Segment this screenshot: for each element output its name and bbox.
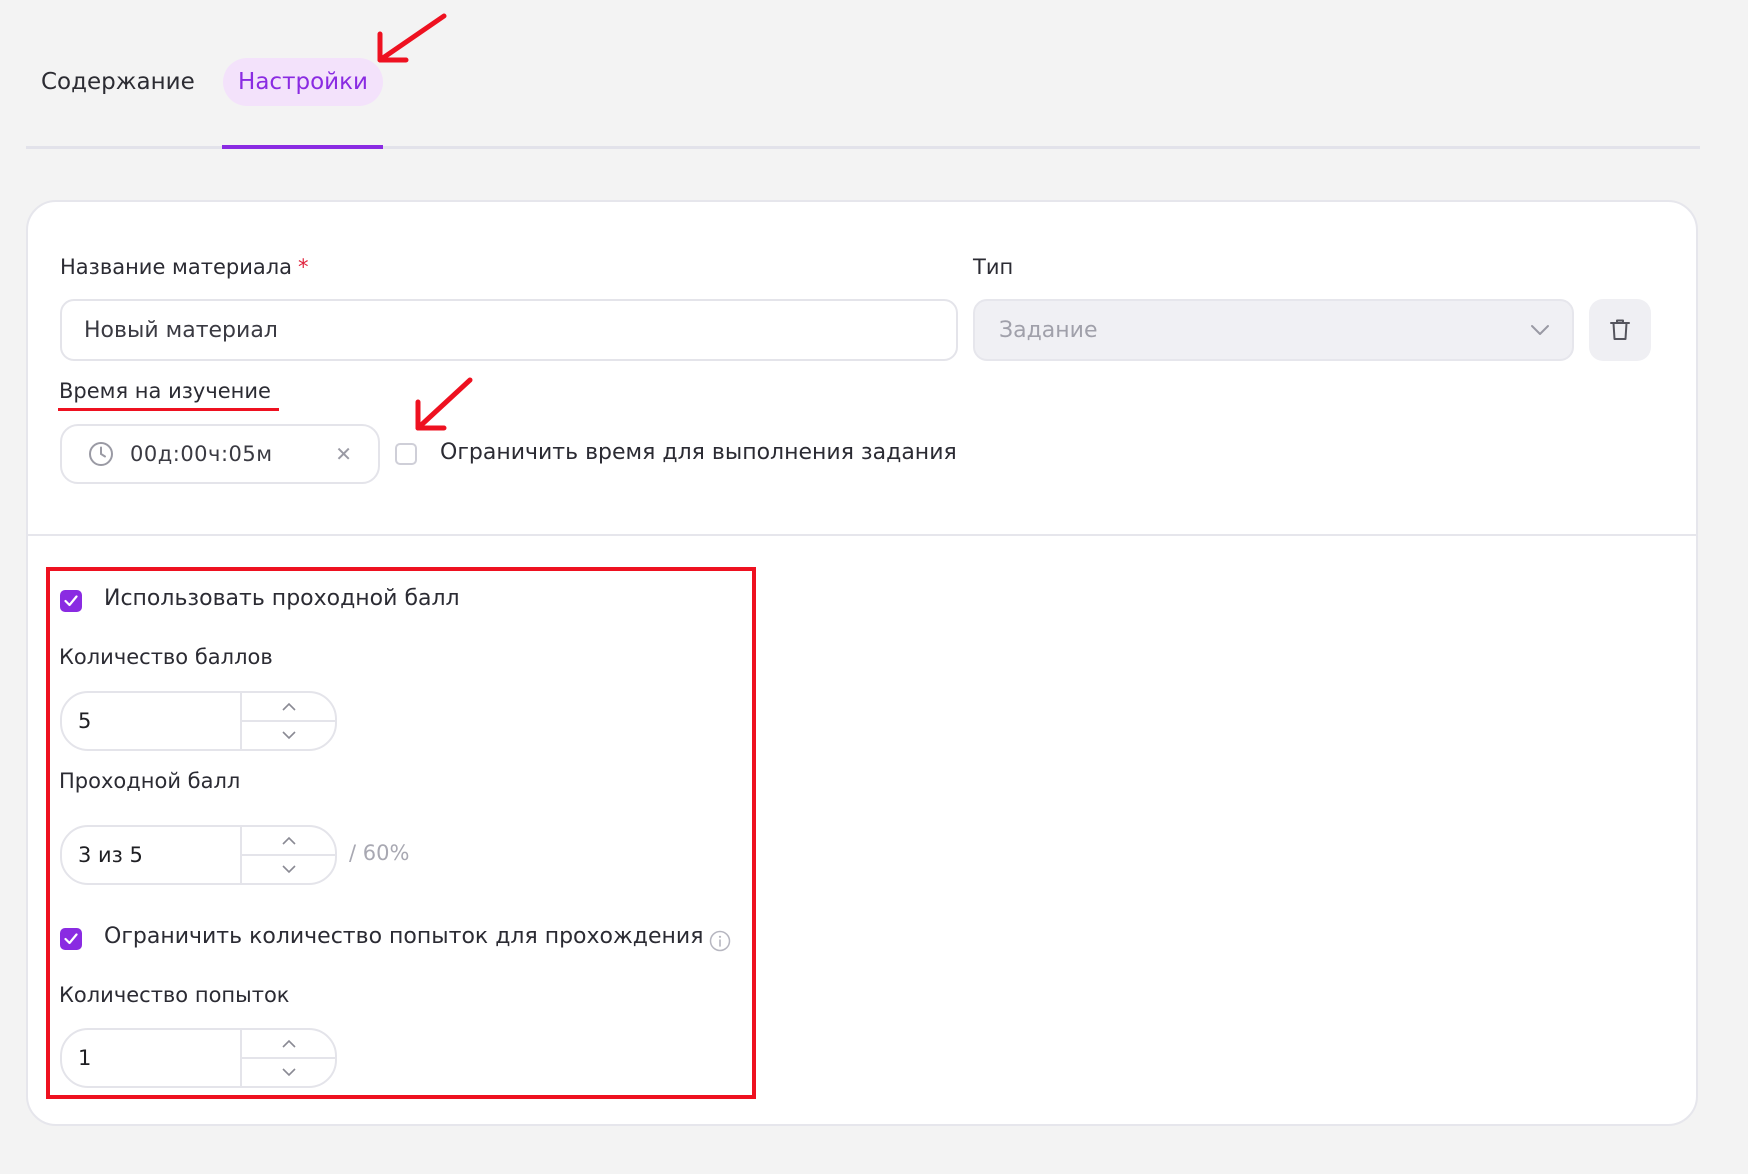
chevron-down-icon [1531, 325, 1549, 335]
type-select[interactable]: Задание [973, 299, 1574, 361]
close-icon[interactable]: ✕ [335, 442, 352, 466]
name-label: Название материала * [60, 255, 309, 279]
page: Содержание Настройки Название материала *… [0, 0, 1748, 1174]
name-input-value: Новый материал [84, 317, 278, 343]
type-select-value: Задание [999, 317, 1098, 343]
annotation-arrow-icon [415, 377, 473, 431]
study-time-value: 00д:00ч:05м [130, 442, 273, 466]
annotation-arrow-icon [377, 13, 447, 63]
study-time-input[interactable]: 00д:00ч:05м ✕ [60, 424, 380, 484]
name-input[interactable]: Новый материал [60, 299, 958, 361]
name-label-text: Название материала [60, 255, 293, 279]
delete-button[interactable] [1589, 299, 1651, 361]
tab-settings[interactable]: Настройки [223, 58, 383, 106]
section-divider [26, 534, 1698, 536]
clock-icon [89, 442, 113, 466]
trash-icon [1610, 319, 1630, 340]
annotation-highlight-box [46, 567, 756, 1099]
tab-active-indicator [222, 145, 383, 149]
limit-time-label: Ограничить время для выполнения задания [440, 440, 957, 465]
limit-time-checkbox[interactable] [395, 443, 417, 465]
tab-content[interactable]: Содержание [41, 58, 195, 106]
type-label: Тип [973, 255, 1014, 279]
study-time-label: Время на изучение [59, 379, 271, 403]
required-mark: * [298, 255, 309, 279]
annotation-underline [58, 408, 279, 411]
